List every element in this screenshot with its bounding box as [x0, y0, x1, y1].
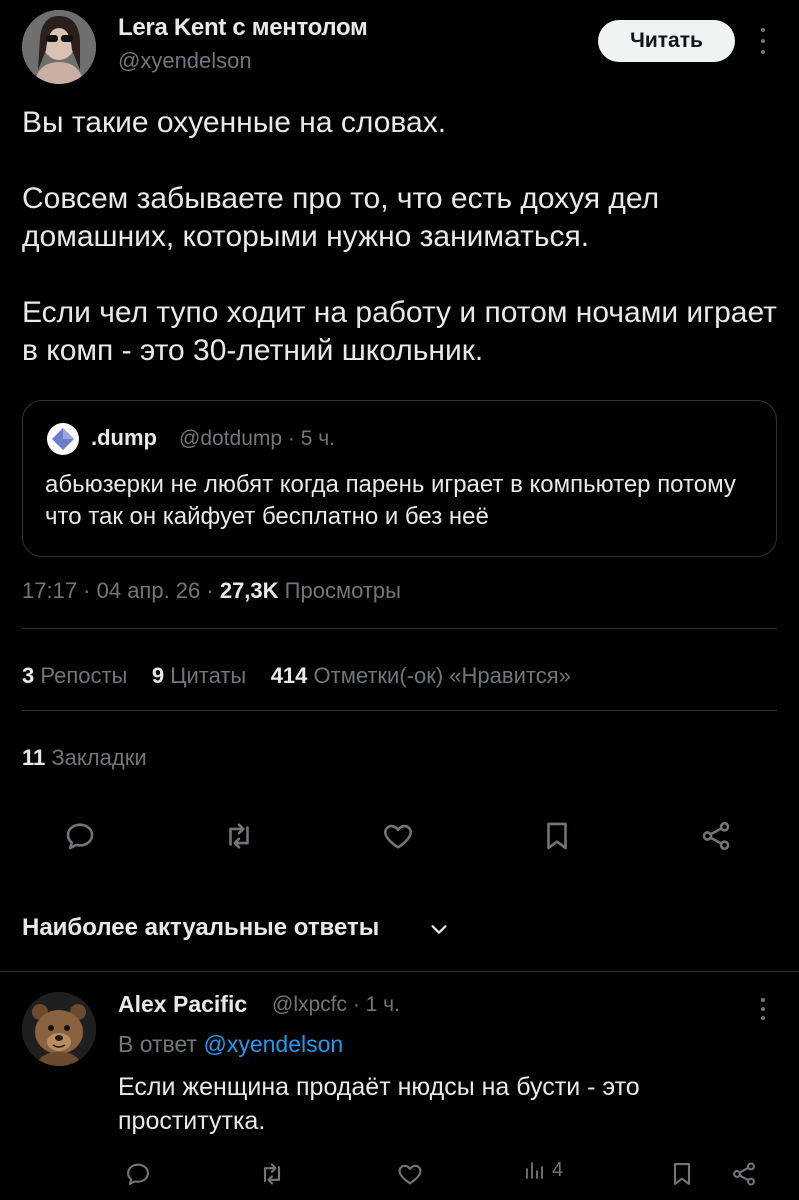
- stats-row: 3 Репосты 9 Цитаты 414 Отметки(-ок) «Нра…: [22, 663, 571, 689]
- divider: [22, 710, 777, 711]
- quotes-stat[interactable]: 9 Цитаты: [152, 663, 246, 688]
- bookmark-icon[interactable]: [660, 1152, 704, 1196]
- quoted-avatar: [47, 423, 79, 455]
- views-icon: [526, 1162, 543, 1179]
- tweet-meta: 17:17 · 04 апр. 26 · 27,3K Просмотры: [22, 578, 401, 604]
- tweet-paragraph: Совсем забываете про то, что есть дохуя …: [22, 182, 660, 253]
- more-options-icon[interactable]: [752, 996, 774, 1022]
- chevron-down-icon[interactable]: [428, 918, 450, 940]
- reply-author-name[interactable]: Alex Pacific: [118, 991, 247, 1018]
- quoted-author-name: .dump: [91, 425, 157, 450]
- like-icon[interactable]: [388, 1152, 432, 1196]
- views-count: 27,3K: [219, 578, 279, 603]
- reply-icon[interactable]: [116, 1152, 160, 1196]
- reply-author-handle[interactable]: @lxpcfc · 1 ч.: [272, 993, 400, 1017]
- tweet-time: 17:17 · 04 апр. 26 ·: [22, 578, 220, 603]
- quoted-text: абьюзерки не любят когда парень играет в…: [45, 471, 736, 530]
- reply-to-line: В ответ @xyendelson: [118, 1031, 344, 1057]
- replies-sort-button[interactable]: Наиболее актуальные ответы: [22, 914, 379, 942]
- tweet-paragraph: Вы такие охуенные на словах.: [22, 106, 447, 139]
- more-options-icon[interactable]: [752, 26, 774, 56]
- tweet-text: Вы такие охуенные на словах. Совсем забы…: [22, 104, 782, 370]
- share-icon[interactable]: [722, 1152, 766, 1196]
- bookmark-icon[interactable]: [535, 814, 579, 858]
- reply-to-handle-link[interactable]: @xyendelson: [203, 1031, 343, 1057]
- likes-stat[interactable]: 414 Отметки(-ок) «Нравится»: [271, 663, 571, 688]
- reply-text: Если женщина продаёт нюдсы на бусти - эт…: [118, 1073, 640, 1135]
- author-avatar[interactable]: [22, 10, 96, 84]
- share-icon[interactable]: [694, 814, 738, 858]
- views-label: Просмотры: [278, 578, 401, 603]
- reply-author-avatar[interactable]: [22, 992, 96, 1066]
- follow-button[interactable]: Читать: [598, 20, 735, 62]
- like-icon[interactable]: [376, 814, 420, 858]
- repost-icon[interactable]: [250, 1152, 294, 1196]
- views-button[interactable]: 4: [522, 1158, 563, 1182]
- reposts-stat[interactable]: 3 Репосты: [22, 663, 127, 688]
- quoted-author-handle: @dotdump · 5 ч.: [179, 427, 335, 450]
- author-name[interactable]: Lera Kent с ментолом: [118, 14, 368, 42]
- reply-icon[interactable]: [58, 814, 102, 858]
- bookmarks-stat[interactable]: 11 Закладки: [22, 745, 147, 771]
- repost-icon[interactable]: [217, 814, 261, 858]
- tweet-paragraph: Если чел тупо ходит на работу и потом но…: [22, 296, 777, 367]
- divider: [0, 971, 799, 972]
- divider: [22, 628, 777, 629]
- quoted-tweet[interactable]: .dump @dotdump · 5 ч. абьюзерки не любят…: [22, 400, 777, 557]
- author-handle[interactable]: @xyendelson: [118, 48, 252, 74]
- reply-views-count: 4: [552, 1158, 564, 1181]
